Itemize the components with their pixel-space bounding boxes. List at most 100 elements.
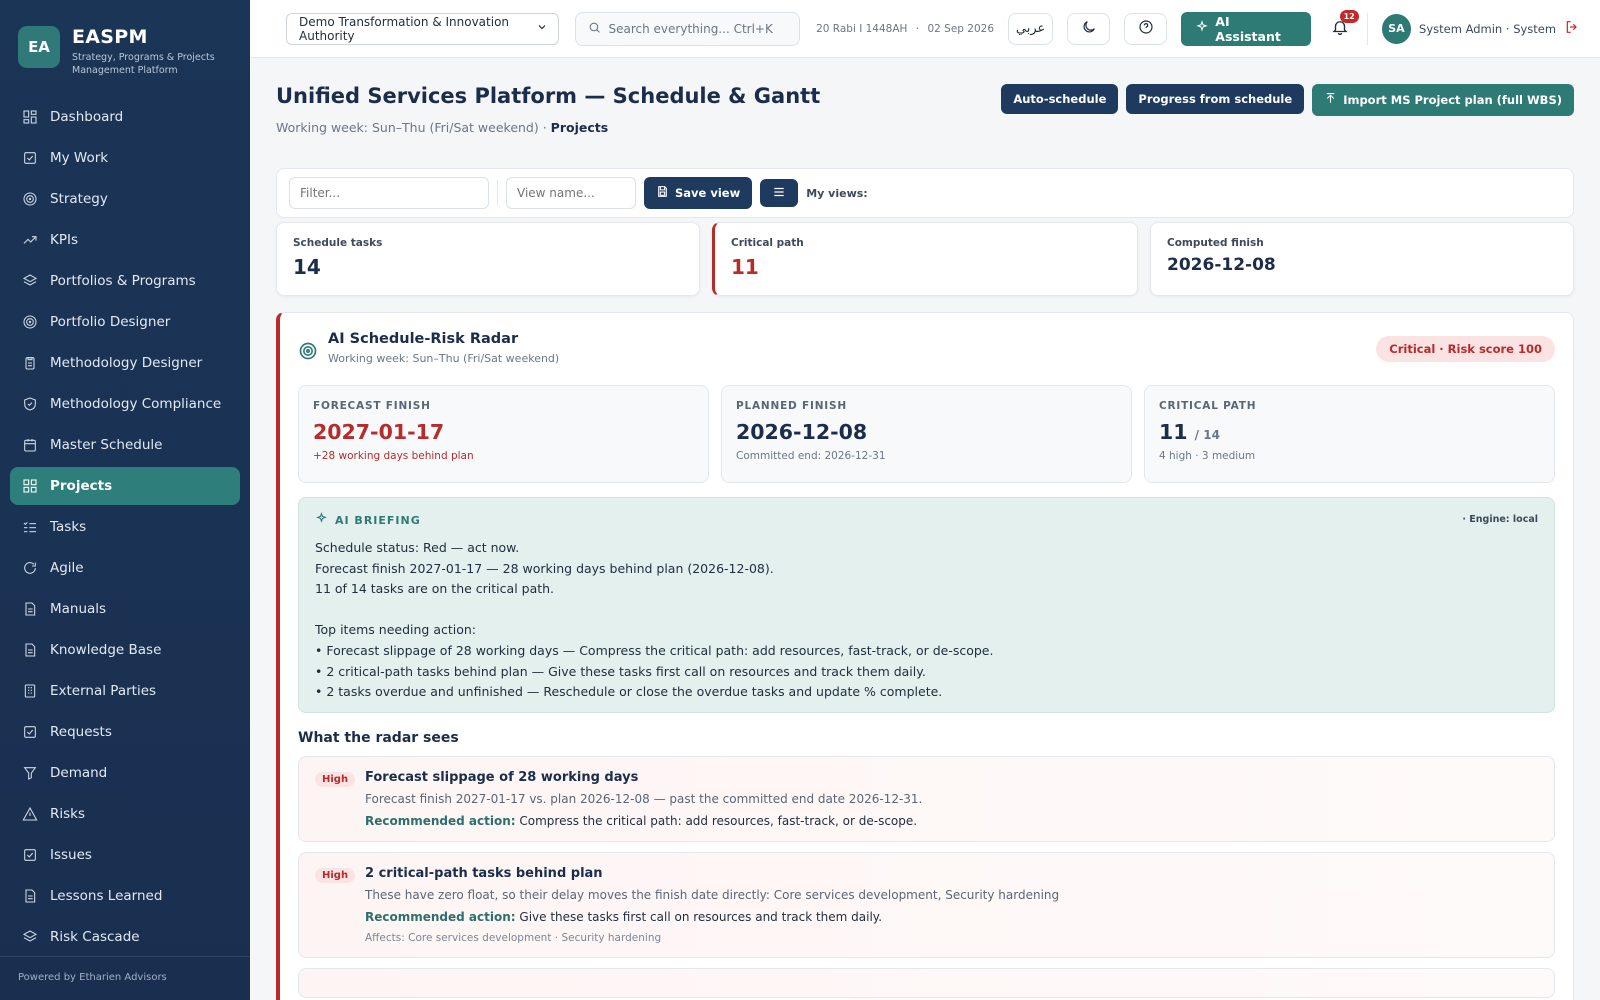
help-button[interactable] (1124, 12, 1168, 45)
recommended-action-text: Give these tasks first call on resources… (515, 910, 883, 924)
save-icon (656, 185, 675, 201)
sidebar-item-label: External Parties (50, 683, 157, 699)
stat-card-critical-path: Critical path 11 (712, 222, 1138, 296)
user-name[interactable]: System Admin · System Administrator (1419, 22, 1556, 36)
sidebar-item-kpis[interactable]: KPIs (10, 221, 240, 259)
metric-label: CRITICAL PATH (1159, 400, 1257, 412)
check-square-icon (22, 724, 38, 740)
sidebar-item-strategy[interactable]: Strategy (10, 180, 240, 218)
briefing-line: 11 of 14 tasks are on the critical path. (315, 581, 555, 597)
sidebar-item-label: Dashboard (50, 109, 124, 125)
sidebar-item-label: Lessons Learned (50, 888, 163, 904)
ai-assistant-button[interactable]: AI Assistant (1181, 11, 1312, 46)
sidebar-item-my-work[interactable]: My Work (10, 139, 240, 177)
sidebar-item-label: Risks (50, 806, 86, 822)
hijri-date: 20 Rabi I 1448AH (816, 22, 908, 35)
sidebar-item-master-schedule[interactable]: Master Schedule (10, 426, 240, 464)
metric-forecast-finish: FORECAST FINISH 2027-01-17 +28 working d… (298, 385, 709, 483)
sidebar-item-requests[interactable]: Requests (10, 713, 240, 751)
grid-icon (22, 478, 38, 494)
page-subtitle: Working week: Sun–Thu (Fri/Sat weekend) … (276, 120, 608, 135)
calendar-icon (22, 437, 38, 453)
stat-value: 14 (293, 255, 321, 279)
notification-count-badge: 12 (1339, 9, 1359, 23)
date-display: 20 Rabi I 1448AH · 02 Sep 2026 (816, 23, 994, 35)
warning-icon (22, 806, 38, 822)
shield-icon (22, 396, 38, 412)
sidebar-item-risk-cascade[interactable]: Risk Cascade (10, 918, 240, 956)
divider (1366, 12, 1368, 45)
view-name-input[interactable] (506, 177, 636, 209)
recommended-action-text: Compress the critical path: add resource… (515, 814, 918, 828)
sidebar-item-projects[interactable]: Projects (10, 467, 240, 505)
sidebar-item-issues[interactable]: Issues (10, 836, 240, 874)
sidebar-nav: Dashboard My Work Strategy KPIs Portfolios &… (0, 98, 250, 956)
finding-recommended-action: Recommended action: Compress the critica… (365, 814, 1540, 828)
sidebar-item-label: Master Schedule (50, 437, 163, 453)
sidebar-item-dashboard[interactable]: Dashboard (10, 98, 240, 136)
sidebar-item-demand[interactable]: Demand (10, 754, 240, 792)
views-menu-button[interactable] (760, 179, 799, 207)
check-square-icon (22, 150, 38, 166)
sidebar-item-lessons-learned[interactable]: Lessons Learned (10, 877, 240, 915)
brand[interactable]: EA EASPM Strategy, Programs & Projects M… (0, 0, 250, 98)
radar-target-icon (298, 331, 318, 365)
import-ms-project-label: Import MS Project plan (full WBS) (1343, 93, 1562, 107)
sidebar-item-label: Methodology Designer (50, 355, 203, 371)
stats-row: Schedule tasks 14 Critical path 11 Compu… (276, 222, 1574, 296)
avatar[interactable]: SA (1381, 13, 1412, 44)
search-input[interactable]: Search everything... Ctrl+K (574, 11, 801, 46)
org-select[interactable]: Demo Transformation & Innovation Authori… (286, 12, 559, 45)
metric-sub: +28 working days behind plan (313, 450, 474, 462)
save-view-button[interactable]: Save view (644, 177, 753, 209)
sidebar-item-risks[interactable]: Risks (10, 795, 240, 833)
briefing-action-title: Top items needing action: (315, 622, 477, 638)
import-ms-project-button[interactable]: Import MS Project plan (full WBS) (1312, 84, 1574, 116)
header-actions: Auto-schedule Progress from schedule Imp… (993, 84, 1574, 116)
metric-sub: Committed end: 2026-12-31 (736, 450, 886, 462)
sidebar-item-tasks[interactable]: Tasks (10, 508, 240, 546)
finding-title: 2 critical-path tasks behind plan (365, 866, 603, 881)
notifications-button[interactable]: 12 (1327, 9, 1359, 42)
sidebar-item-portfolios-and-programs[interactable]: Portfolios & Programs (10, 262, 240, 300)
menu-icon (772, 184, 786, 203)
date-separator: · (915, 22, 920, 35)
stat-card-computed-finish: Computed finish 2026-12-08 (1150, 222, 1574, 296)
auto-schedule-button[interactable]: Auto-schedule (1001, 84, 1119, 114)
divider (497, 180, 498, 206)
metric-value: 2027-01-17 (313, 420, 445, 444)
working-week-text: Working week: Sun–Thu (Fri/Sat weekend) … (276, 120, 551, 135)
target-icon (22, 314, 38, 330)
chevron-down-icon (536, 21, 548, 36)
sidebar-item-portfolio-designer[interactable]: Portfolio Designer (10, 303, 240, 341)
briefing-body: Schedule status: Red — act now. Forecast… (315, 538, 1538, 703)
sidebar-item-agile[interactable]: Agile (10, 549, 240, 587)
sidebar-item-label: Projects (50, 478, 113, 494)
stat-value: 2026-12-08 (1167, 255, 1276, 275)
severity-badge: High (315, 772, 356, 787)
logout-button[interactable] (1564, 19, 1580, 39)
main-content: Unified Services Platform — Schedule & G… (250, 58, 1600, 1000)
sidebar-item-label: KPIs (50, 232, 79, 248)
sidebar-item-methodology-compliance[interactable]: Methodology Compliance (10, 385, 240, 423)
sidebar-item-methodology-designer[interactable]: Methodology Designer (10, 344, 240, 382)
app-subtitle: Strategy, Programs & Projects Management… (72, 52, 215, 76)
help-icon (1138, 19, 1154, 39)
breadcrumb-projects[interactable]: Projects (551, 120, 609, 135)
sidebar-item-knowledge-base[interactable]: Knowledge Base (10, 631, 240, 669)
filter-icon (22, 765, 38, 781)
filter-bar: Save view My views: (276, 168, 1574, 218)
filter-input[interactable] (289, 177, 489, 209)
ai-assistant-label: AI Assistant (1215, 13, 1281, 44)
dark-mode-button[interactable] (1067, 12, 1111, 45)
briefing-action-item: • 2 tasks overdue and unfinished — Resch… (315, 684, 943, 700)
sidebar-item-manuals[interactable]: Manuals (10, 590, 240, 628)
language-toggle-button[interactable]: عربي (1008, 12, 1054, 45)
org-select-value: Demo Transformation & Innovation Authori… (299, 14, 510, 43)
layers-icon (22, 273, 38, 289)
progress-from-schedule-button[interactable]: Progress from schedule (1126, 84, 1305, 114)
file-icon (22, 601, 38, 617)
sidebar-item-external-parties[interactable]: External Parties (10, 672, 240, 710)
sidebar: EA EASPM Strategy, Programs & Projects M… (0, 0, 250, 1000)
briefing-action-item: • 2 critical-path tasks behind plan — Gi… (315, 663, 926, 679)
